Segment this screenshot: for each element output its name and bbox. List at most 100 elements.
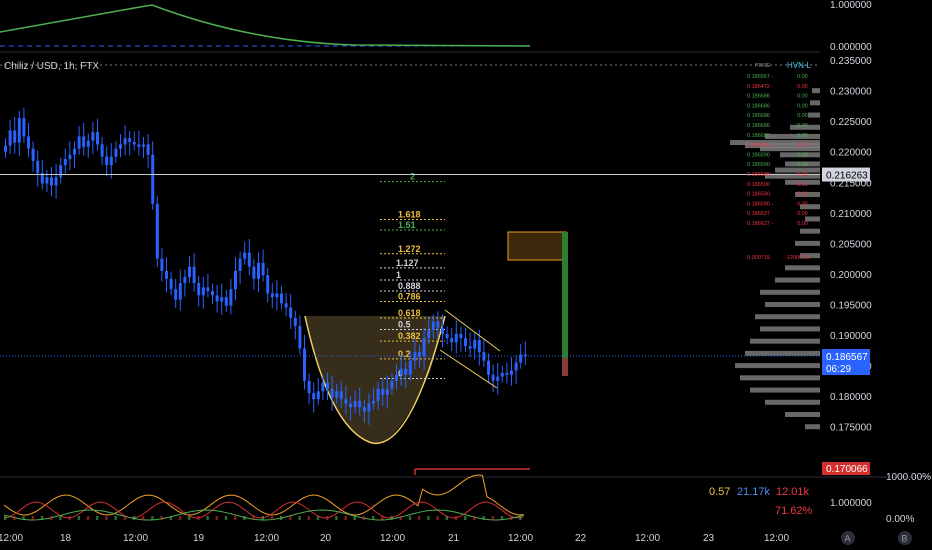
trading-chart[interactable]: 1.000000 0.000000 Chiliz / USD, 1h, FTX … xyxy=(0,0,932,550)
candle-body xyxy=(335,391,339,398)
candle-body xyxy=(266,275,270,294)
candle-body xyxy=(91,132,95,141)
candle-body xyxy=(243,252,247,259)
osc-bar xyxy=(50,516,53,520)
osc-bar xyxy=(22,516,25,520)
osc-bar xyxy=(344,516,347,520)
order-price: 0.186686 xyxy=(747,103,770,109)
volume-profile-bar xyxy=(808,112,820,118)
main-price-pane[interactable]: Chiliz / USD, 1h, FTX 2 1.6181.51 1.272 1.1… xyxy=(0,56,872,475)
volume-profile-bar xyxy=(760,289,820,295)
osc-bar xyxy=(500,516,504,520)
candle-body xyxy=(468,346,472,349)
candle-body xyxy=(4,145,7,152)
osc-bar xyxy=(482,516,485,520)
order-price: 0.186590 xyxy=(747,182,770,188)
low-marker-label: 0.170066 xyxy=(822,462,870,475)
candle-body xyxy=(192,266,196,284)
candle-body xyxy=(114,148,118,157)
time-axis-tick: 21 xyxy=(448,533,460,544)
top-indicator-pane: 1.000000 0.000000 xyxy=(0,0,872,53)
osc-bar xyxy=(399,516,402,520)
candle-body xyxy=(96,132,99,145)
candle-body xyxy=(86,140,90,147)
osc-bar xyxy=(316,516,320,520)
candle-body xyxy=(505,372,509,375)
fib-label: 1.618 xyxy=(398,210,421,220)
candle-body xyxy=(390,380,394,389)
footer-button-a[interactable]: A xyxy=(841,531,855,545)
candle-body xyxy=(431,321,435,331)
fib-label: 1.127 xyxy=(396,258,419,268)
bottom-oscillator-pane[interactable]: 0.57 21.17k 12.01k 71.62% 1000.00% 1.000… xyxy=(0,472,932,525)
osc-bar xyxy=(353,516,356,520)
osc-bar xyxy=(280,516,283,520)
osc-axis-tick-mid: 1.000000 xyxy=(830,498,872,509)
candle-body xyxy=(142,144,145,147)
order-list-summary-qty: -12006.25 xyxy=(785,255,810,261)
candle-body xyxy=(132,141,136,145)
price-axis-tick: 0.235000 xyxy=(830,56,872,67)
candle-body xyxy=(372,401,375,404)
candle-body xyxy=(307,380,311,394)
order-price: 0.186567 - xyxy=(747,74,773,80)
order-qty: 0.00 xyxy=(797,123,808,129)
osc-bar xyxy=(307,516,310,520)
candle-body xyxy=(280,293,283,304)
candle-body xyxy=(155,203,159,259)
volume-profile-bar xyxy=(805,424,820,430)
volume-profile-bar xyxy=(800,228,820,234)
last-price-countdown: 06:29 xyxy=(826,364,851,375)
target-zone-box[interactable] xyxy=(507,231,567,261)
candle-body xyxy=(316,391,320,400)
candle-body xyxy=(275,293,279,298)
candle-body xyxy=(59,165,63,178)
order-price: 0.186590 - xyxy=(747,201,773,207)
candle-body xyxy=(473,339,477,349)
candle-body xyxy=(206,287,210,292)
osc-bar xyxy=(326,516,329,520)
osc-bar xyxy=(510,516,513,520)
footer-button-b[interactable]: B xyxy=(898,531,912,545)
candle-body xyxy=(119,144,122,149)
osc-bar xyxy=(169,516,172,520)
candle-body xyxy=(445,333,449,339)
candle-body xyxy=(77,136,81,149)
price-axis[interactable]: 0.2350000.2300000.2250000.2200000.215000… xyxy=(830,56,872,434)
volume-profile-bar xyxy=(750,338,820,344)
last-price-label: 0.186567 06:29 xyxy=(822,349,870,376)
osc-bar xyxy=(445,516,448,520)
osc-bar xyxy=(13,516,16,520)
osc-bar xyxy=(224,516,228,520)
candle-body xyxy=(367,403,371,412)
price-axis-tick: 0.210000 xyxy=(830,209,872,220)
candle-body xyxy=(13,130,17,143)
time-axis-tick: 19 xyxy=(193,533,205,544)
long-position-down[interactable] xyxy=(562,358,568,376)
time-axis[interactable]: 12:00 18 12:00 19 12:00 20 12:00 21 12:00 22 12:00… xyxy=(0,533,789,544)
osc-bar xyxy=(59,516,62,520)
osc-bar xyxy=(473,516,476,520)
candle-body xyxy=(252,266,256,279)
candle-body xyxy=(293,317,297,326)
price-axis-tick: 0.225000 xyxy=(830,117,872,128)
candle-body xyxy=(496,376,500,381)
osc-bar xyxy=(178,516,182,520)
candle-body xyxy=(137,144,141,147)
osc-bar xyxy=(40,516,44,520)
candle-body xyxy=(31,148,35,161)
long-position-up[interactable] xyxy=(562,232,568,358)
osc-bar xyxy=(436,516,439,520)
volume-profile-bar xyxy=(785,412,820,417)
osc-bar xyxy=(298,516,301,520)
candle-body xyxy=(422,338,426,357)
time-axis-tick: 22 xyxy=(575,533,587,544)
candle-body xyxy=(247,252,251,267)
osc-bar xyxy=(252,516,255,520)
osc-bar xyxy=(160,516,163,520)
top-axis-tick-0: 0.000000 xyxy=(830,42,872,53)
candle-body xyxy=(303,348,306,381)
fib-label: 1.272 xyxy=(398,244,421,254)
osc-bar xyxy=(114,516,117,520)
candle-body xyxy=(50,177,53,186)
